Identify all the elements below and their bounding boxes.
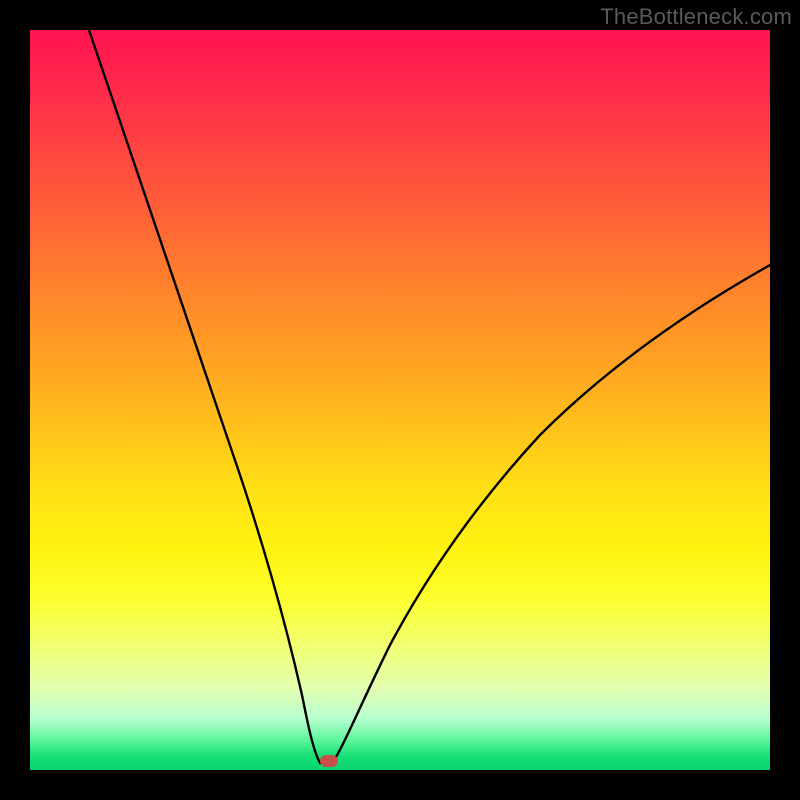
curve-path (89, 30, 770, 763)
plot-area (30, 30, 770, 770)
min-point-marker (320, 755, 338, 767)
watermark-text: TheBottleneck.com (600, 4, 792, 30)
bottleneck-curve (30, 30, 770, 770)
chart-frame: TheBottleneck.com (0, 0, 800, 800)
